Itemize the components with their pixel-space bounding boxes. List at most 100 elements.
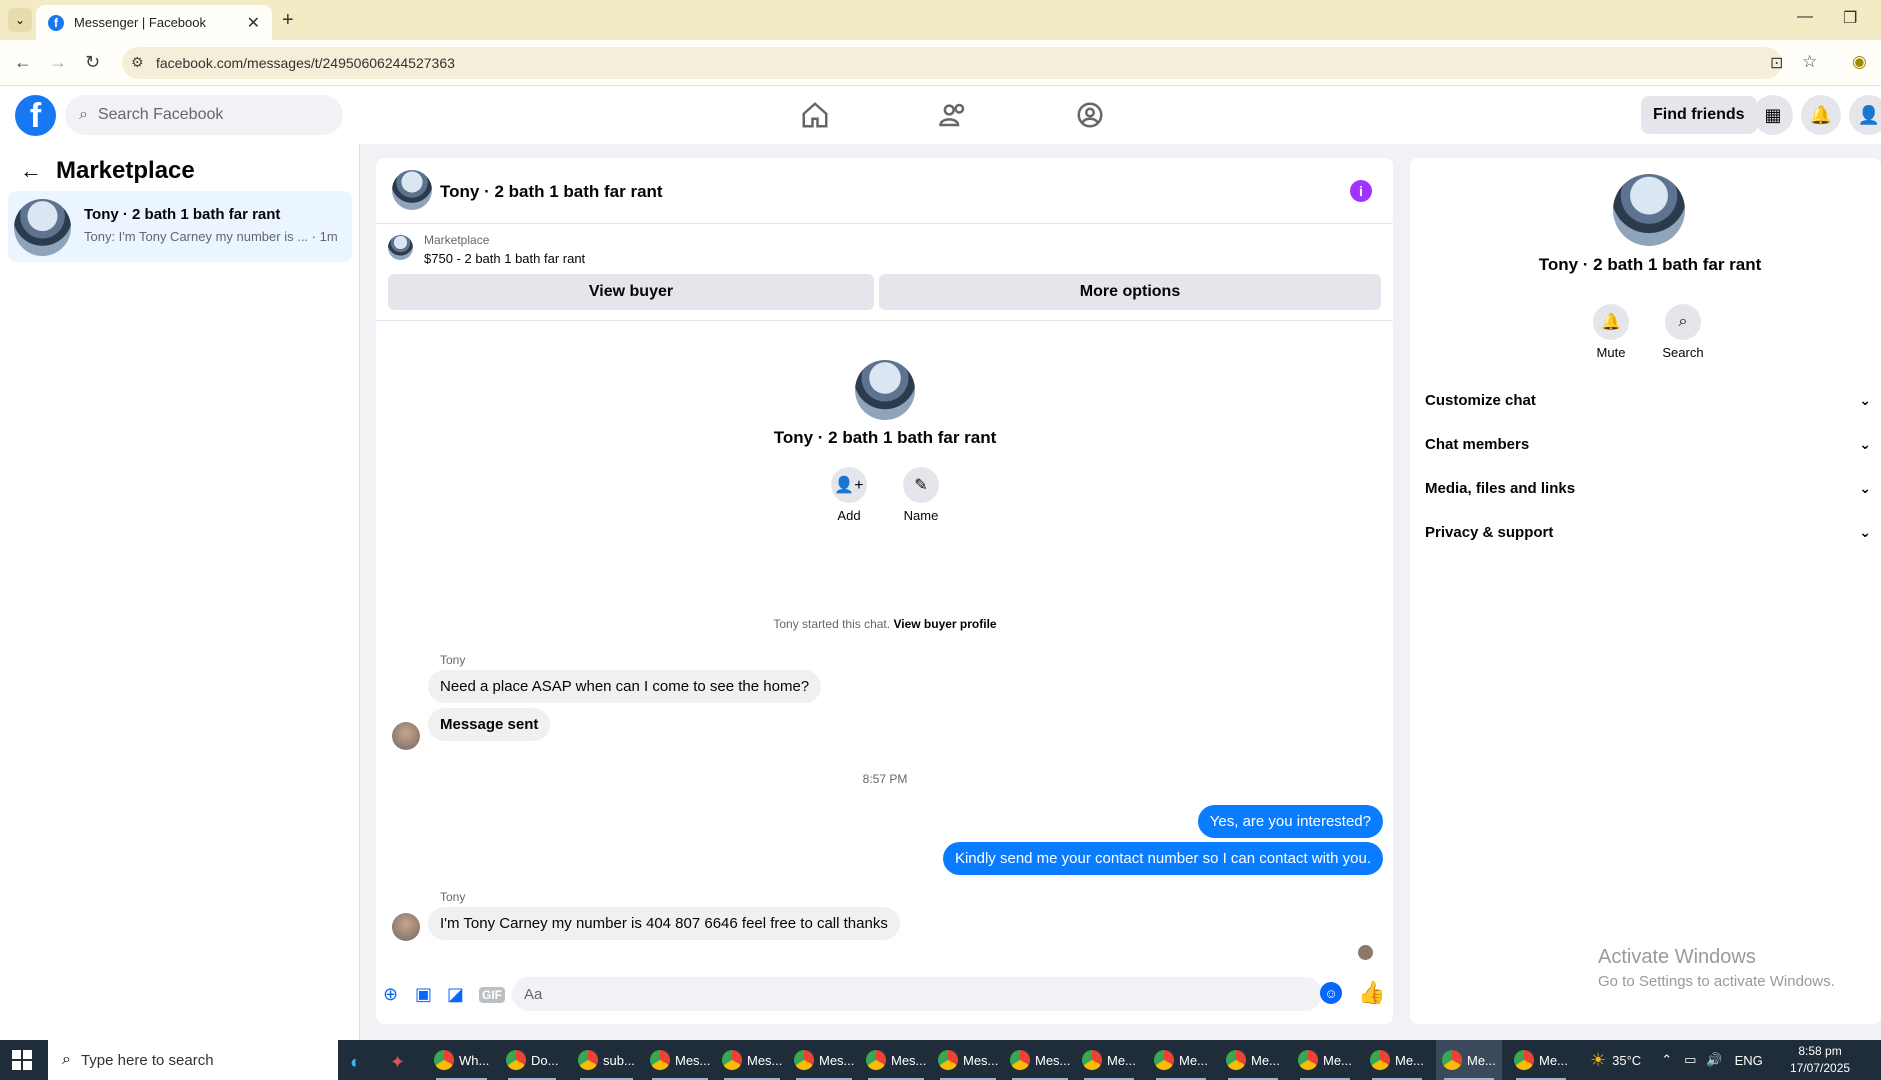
taskbar-search[interactable]: ⌕ Type here to search	[48, 1040, 338, 1080]
edge-icon[interactable]: ◐	[350, 1052, 361, 1073]
new-tab-icon[interactable]: +	[282, 9, 294, 32]
install-icon[interactable]: ⊡	[1770, 53, 1783, 73]
add-person-icon[interactable]: 👤+	[831, 467, 867, 503]
taskbar-app-button[interactable]: Do...	[500, 1040, 564, 1080]
message-bubble-in[interactable]: I'm Tony Carney my number is 404 807 664…	[428, 907, 900, 940]
app-icon[interactable]: ✦	[390, 1052, 405, 1073]
sticker-icon[interactable]: ◪	[447, 984, 464, 1005]
minimize-icon[interactable]: —	[1797, 8, 1813, 26]
account-avatar[interactable]: 👤	[1849, 95, 1881, 135]
volume-icon[interactable]: 🔊	[1706, 1052, 1722, 1068]
gif-icon[interactable]: GIF	[479, 987, 505, 1003]
tab-search-icon[interactable]: ⌄	[8, 8, 32, 32]
more-actions-plus-icon[interactable]: ⊕	[383, 984, 398, 1005]
taskbar-app-button[interactable]: Mes...	[716, 1040, 788, 1080]
taskbar-app-label: Me...	[1107, 1052, 1136, 1068]
listing-label: Marketplace	[424, 233, 490, 247]
weather-icon[interactable]: ☀	[1590, 1050, 1606, 1071]
taskbar-app-button[interactable]: Me...	[1076, 1040, 1142, 1080]
taskbar-app-button[interactable]: Mes...	[860, 1040, 932, 1080]
view-buyer-profile-link[interactable]: View buyer profile	[893, 617, 996, 631]
section-customize-chat[interactable]: Customize chat ⌄	[1425, 392, 1881, 409]
message-bubble-out[interactable]: Kindly send me your contact number so I …	[942, 842, 1383, 875]
message-bubble-out[interactable]: Yes, are you interested?	[1197, 805, 1383, 838]
chrome-icon	[1082, 1050, 1102, 1070]
thumbs-up-icon[interactable]: 👍	[1358, 980, 1385, 1006]
close-tab-icon[interactable]: ✕	[247, 13, 260, 33]
taskbar-app-button[interactable]: Me...	[1508, 1040, 1574, 1080]
windows-start-icon[interactable]	[12, 1050, 32, 1070]
emoji-icon[interactable]: ☺	[1320, 982, 1342, 1004]
groups-icon[interactable]	[1075, 100, 1105, 130]
friends-icon[interactable]	[938, 100, 968, 130]
section-privacy-support[interactable]: Privacy & support ⌄	[1425, 524, 1881, 541]
taskbar-app-button[interactable]: Mes...	[1004, 1040, 1076, 1080]
taskbar-app-button[interactable]: Me...	[1292, 1040, 1358, 1080]
find-friends-button[interactable]: Find friends	[1641, 96, 1757, 134]
search-label: Search	[1662, 345, 1704, 360]
conversation-info-icon[interactable]: i	[1350, 180, 1372, 202]
listing-price[interactable]: $750 - 2 bath 1 bath far rant	[424, 251, 585, 266]
address-bar[interactable]: facebook.com/messages/t/2495060624452736…	[122, 47, 1782, 79]
tray-chevron-up-icon[interactable]: ⌃	[1661, 1052, 1672, 1068]
mute-bell-icon[interactable]: 🔔	[1593, 304, 1629, 340]
chrome-icon	[1226, 1050, 1246, 1070]
edit-name-icon[interactable]: ✎	[903, 467, 939, 503]
taskbar-app-button[interactable]: Me...	[1148, 1040, 1214, 1080]
taskbar-app-button[interactable]: Mes...	[788, 1040, 860, 1080]
more-options-button[interactable]: More options	[879, 274, 1381, 310]
section-media-files-links[interactable]: Media, files and links ⌄	[1425, 480, 1881, 497]
chrome-icon	[1514, 1050, 1534, 1070]
attach-photo-icon[interactable]: ▣	[415, 984, 432, 1005]
taskbar-app-button[interactable]: Me...	[1364, 1040, 1430, 1080]
taskbar-app-label: Mes...	[675, 1052, 711, 1068]
network-icon[interactable]: ▭	[1684, 1052, 1696, 1068]
browser-tab[interactable]: f Messenger | Facebook ✕	[36, 5, 272, 40]
taskbar-app-button[interactable]: Me...	[1220, 1040, 1286, 1080]
notifications-bell-icon[interactable]: 🔔	[1801, 95, 1841, 135]
app-icon	[506, 1050, 526, 1070]
facebook-search-input[interactable]: ⌕ Search Facebook	[65, 95, 343, 135]
chevron-down-icon: ⌄	[1859, 480, 1871, 496]
chrome-icon	[578, 1050, 598, 1070]
menu-grid-icon[interactable]: ▦	[1753, 95, 1793, 135]
taskbar-app-button[interactable]: Mes...	[932, 1040, 1004, 1080]
search-icon: ⌕	[62, 1051, 71, 1068]
taskbar-app-button[interactable]: Mes...	[644, 1040, 716, 1080]
sidebar-title: Marketplace	[56, 157, 195, 184]
taskbar-app-button[interactable]: Me...	[1436, 1040, 1502, 1080]
conversation-details-panel	[1410, 158, 1881, 1024]
reload-icon[interactable]: ↻	[85, 52, 100, 73]
chrome-icon	[794, 1050, 814, 1070]
message-bubble-in[interactable]: Need a place ASAP when can I come to see…	[428, 670, 822, 703]
taskbar-clock[interactable]: 8:58 pm 17/07/2025	[1790, 1043, 1850, 1077]
taskbar-app-label: Mes...	[819, 1052, 855, 1068]
taskbar-app-label: Me...	[1323, 1052, 1352, 1068]
search-in-chat-icon[interactable]: ⌕	[1665, 304, 1701, 340]
back-arrow-icon[interactable]: ←	[20, 158, 42, 184]
search-placeholder: Search Facebook	[97, 106, 224, 123]
search-icon: ⌕	[79, 106, 88, 123]
forward-icon[interactable]: →	[49, 52, 67, 73]
profile-icon[interactable]: ◉	[1852, 52, 1867, 72]
chrome-icon	[1442, 1050, 1462, 1070]
facebook-logo-icon[interactable]: f	[15, 95, 56, 136]
taskbar-app-label: Wh...	[459, 1052, 490, 1068]
message-input[interactable]	[512, 977, 1322, 1011]
message-bubble-in[interactable]: Message sent	[428, 708, 551, 741]
chat-header-avatar[interactable]	[392, 170, 432, 210]
conversation-list-item[interactable]: Tony · 2 bath 1 bath far rant Tony: I'm …	[8, 191, 352, 262]
system-tray: ☀ 35°C ⌃ ▭ 🔊 ENG	[1590, 1049, 1763, 1071]
view-buyer-button[interactable]: View buyer	[388, 274, 874, 310]
section-chat-members[interactable]: Chat members ⌄	[1425, 436, 1881, 453]
home-icon[interactable]	[800, 100, 830, 130]
chat-header-name[interactable]: Tony · 2 bath 1 bath far rant	[440, 182, 663, 202]
taskbar-app-button[interactable]: Wh...	[428, 1040, 495, 1080]
message-text-field[interactable]	[524, 985, 1264, 1003]
chevron-down-icon: ⌄	[1859, 436, 1871, 452]
restore-icon[interactable]: ❐	[1843, 8, 1857, 28]
taskbar-app-button[interactable]: sub...	[572, 1040, 641, 1080]
back-icon[interactable]: ←	[14, 52, 32, 73]
site-info-icon[interactable]: ⚙	[131, 54, 144, 71]
bookmark-star-icon[interactable]: ☆	[1802, 52, 1817, 72]
